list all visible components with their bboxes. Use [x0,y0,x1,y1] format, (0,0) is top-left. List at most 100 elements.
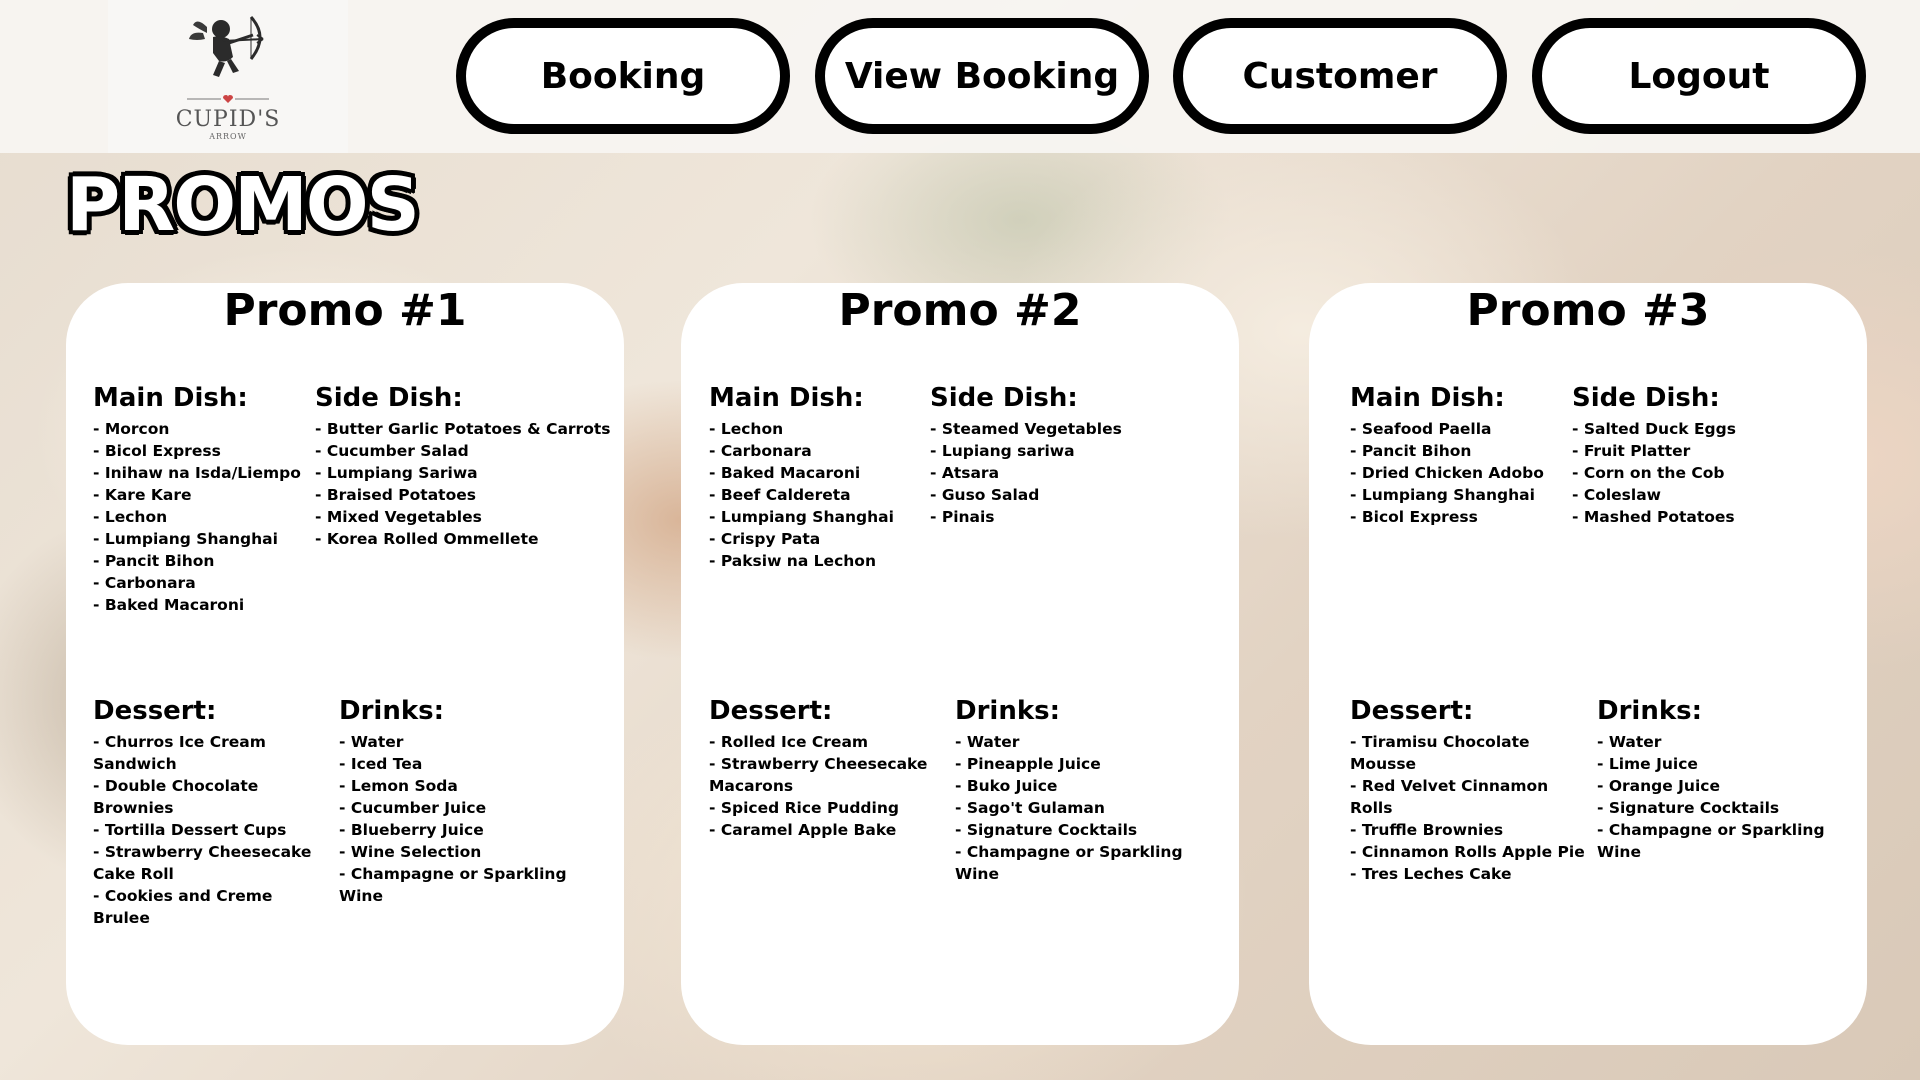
list-item: - Signature Cocktails [955,821,1138,839]
list-item: Brulee [93,909,150,927]
view-booking-button[interactable]: View Booking [815,18,1149,134]
list-item: - Buko Juice [955,777,1058,795]
list-item: Wine [955,865,999,883]
side-dish-section: Side Dish: - Butter Garlic Potatoes & Ca… [315,383,610,550]
list-item: - Lumpiang Shanghai [709,508,894,526]
drinks-list: - Water - Iced Tea - Lemon Soda - Cucumber … [339,731,567,907]
heart-divider-icon [187,94,269,103]
list-item: - Water [339,733,404,751]
list-item: - Guso Salad [930,486,1040,504]
list-item: - Seafood Paella [1350,420,1492,438]
list-item: - Lechon [93,508,168,526]
cupids-arrow-logo: CUPID'S ARROW [108,0,348,153]
list-item: - Carbonara [709,442,812,460]
list-item: - Water [955,733,1020,751]
drinks-section: Drinks: - Water - Lime Juice - Orange Juic… [1597,696,1825,863]
logout-button[interactable]: Logout [1532,18,1866,134]
section-heading: Drinks: [1597,696,1702,726]
dessert-list: - Tiramisu Chocolate Mousse - Red Velvet C… [1350,731,1585,885]
list-item: - Pancit Bihon [93,552,215,570]
drinks-section: Drinks: - Water - Pineapple Juice - Buko J… [955,696,1183,885]
list-item: - Bicol Express [93,442,221,460]
list-item: - Churros Ice Cream [93,733,266,751]
list-item: - Blueberry Juice [339,821,484,839]
list-item: - Lupiang sariwa [930,442,1075,460]
list-item: - Water [1597,733,1662,751]
list-item: Rolls [1350,799,1393,817]
list-item: - Tortilla Dessert Cups [93,821,287,839]
promo-card-3: Promo #3 Main Dish: - Seafood Paella - Pa… [1309,283,1867,1045]
logo-subtitle: ARROW [209,131,247,141]
drinks-section: Drinks: - Water - Iced Tea - Lemon Soda - C… [339,696,567,907]
side-dish-list: - Salted Duck Eggs - Fruit Platter - Corn … [1572,418,1736,528]
list-item: - Lemon Soda [339,777,458,795]
list-item: - Butter Garlic Potatoes & Carrots [315,420,611,438]
main-dish-section: Main Dish: - Morcon - Bicol Express - Inih… [93,383,301,616]
section-heading: Side Dish: [930,383,1078,413]
list-item: - Morcon [93,420,170,438]
dessert-list: - Rolled Ice Cream - Strawberry Cheesecak… [709,731,927,841]
list-item: - Kare Kare [93,486,192,504]
list-item: - Salted Duck Eggs [1572,420,1736,438]
list-item: Wine [339,887,383,905]
side-dish-section: Side Dish: - Steamed Vegetables - Lupiang… [930,383,1122,528]
list-item: Sandwich [93,755,177,773]
list-item: - Lechon [709,420,784,438]
promo-title: Promo #2 [838,285,1082,336]
list-item: - Braised Potatoes [315,486,476,504]
list-item: - Cinnamon Rolls Apple Pie [1350,843,1585,861]
cupid-icon [189,15,264,77]
list-item: - Double Chocolate [93,777,259,795]
section-heading: Main Dish: [1350,383,1505,413]
list-item: - Baked Macaroni [93,596,245,614]
section-heading: Side Dish: [315,383,463,413]
booking-button[interactable]: Booking [456,18,790,134]
list-item: - Lumpiang Sariwa [315,464,478,482]
section-heading: Main Dish: [93,383,248,413]
dessert-list: - Churros Ice Cream Sandwich - Double Choc… [93,731,311,929]
list-item: - Truffle Brownies [1350,821,1504,839]
list-item: - Inihaw na Isda/Liempo [93,464,301,482]
main-dish-list: - Lechon - Carbonara - Baked Macaroni - Bee… [709,418,894,572]
list-item: Mousse [1350,755,1417,773]
list-item: - Coleslaw [1572,486,1661,504]
list-item: - Lumpiang Shanghai [1350,486,1535,504]
side-dish-list: - Steamed Vegetables - Lupiang sariwa - At… [930,418,1122,528]
list-item: Cake Roll [93,865,174,883]
section-heading: Main Dish: [709,383,864,413]
list-item: - Tiramisu Chocolate [1350,733,1530,751]
list-item: - Baked Macaroni [709,464,861,482]
header-bar: CUPID'S ARROW Booking View Booking Custo… [0,0,1920,153]
page-title: PROMOS [63,159,423,251]
list-item: - Wine Selection [339,843,482,861]
list-item: - Dried Chicken Adobo [1350,464,1544,482]
list-item: - Champagne or Sparkling [339,865,567,883]
list-item: - Corn on the Cob [1572,464,1725,482]
side-dish-list: - Butter Garlic Potatoes & Carrots - Cucu… [315,418,610,550]
section-heading: Dessert: [709,696,833,726]
drinks-list: - Water - Pineapple Juice - Buko Juice - Sa… [955,731,1183,885]
list-item: - Iced Tea [339,755,423,773]
section-heading: Drinks: [339,696,444,726]
main-dish-list: - Morcon - Bicol Express - Inihaw na Isda/… [93,418,301,616]
list-item: - Signature Cocktails [1597,799,1780,817]
list-item: - Paksiw na Lechon [709,552,876,570]
list-item: - Pinais [930,508,995,526]
list-item: - Rolled Ice Cream [709,733,869,751]
customer-button[interactable]: Customer [1173,18,1507,134]
list-item: - Cookies and Creme [93,887,273,905]
list-item: - Tres Leches Cake [1350,865,1512,883]
dessert-section: Dessert: - Rolled Ice Cream - Strawberry … [709,696,927,841]
list-item: - Mashed Potatoes [1572,508,1735,526]
list-item: - Cucumber Salad [315,442,469,460]
dessert-section: Dessert: - Tiramisu Chocolate Mousse - Red… [1350,696,1585,885]
list-item: - Champagne or Sparkling [955,843,1183,861]
section-heading: Dessert: [1350,696,1474,726]
list-item: - Strawberry Cheesecake [709,755,928,773]
section-heading: Dessert: [93,696,217,726]
list-item: - Atsara [930,464,1000,482]
section-heading: Side Dish: [1572,383,1720,413]
list-item: - Champagne or Sparkling [1597,821,1825,839]
promo-card-1: Promo #1 Main Dish: - Morcon - Bicol Expr… [66,283,624,1045]
main-dish-section: Main Dish: - Seafood Paella - Pancit Biho… [1350,383,1544,528]
